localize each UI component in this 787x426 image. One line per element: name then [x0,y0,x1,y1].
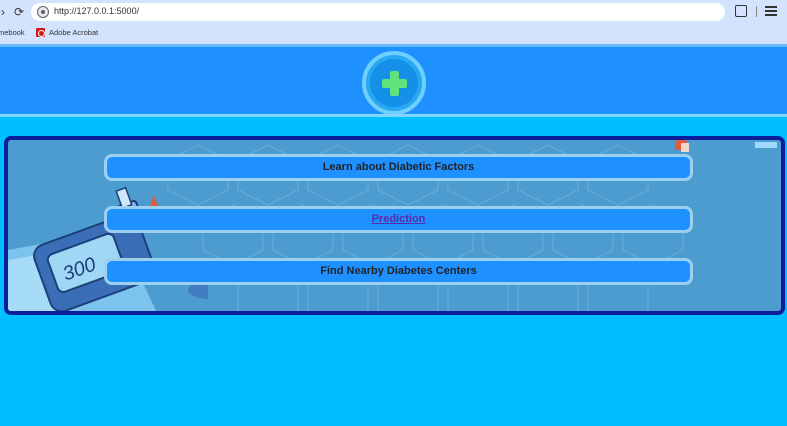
site-header [0,44,787,115]
prediction-link[interactable]: Prediction [104,206,693,233]
lancet-illustration [675,140,689,152]
url-text[interactable]: http://127.0.0.1:5000/ [54,6,139,16]
bookmark-label: Adobe Acrobat [49,28,99,37]
bookmark-mebook[interactable]: mebook [0,28,25,37]
bookmark-label: mebook [0,28,25,37]
adobe-acrobat-icon [36,28,45,37]
corner-strip [755,142,777,148]
reload-icon[interactable]: ⟳ [12,5,26,19]
browser-chrome: › ⟳ http://127.0.0.1:5000/ mebook Adobe … [0,0,787,44]
header-divider [0,114,787,117]
forward-icon[interactable]: › [0,5,10,19]
learn-diabetic-factors-button[interactable]: Learn about Diabetic Factors [104,154,693,181]
extensions-icon[interactable] [735,5,747,17]
menu-panel: 300 Learn about Diabetic Factors Predict… [4,136,785,315]
address-bar[interactable]: http://127.0.0.1:5000/ [31,3,725,21]
reading-list-icon[interactable] [765,6,777,16]
medical-plus-logo-icon [362,51,426,115]
bookmark-adobe-acrobat[interactable]: Adobe Acrobat [36,28,98,37]
find-diabetes-centers-button[interactable]: Find Nearby Diabetes Centers [104,258,693,285]
toolbar-divider [756,6,757,17]
site-info-icon[interactable] [37,6,49,18]
